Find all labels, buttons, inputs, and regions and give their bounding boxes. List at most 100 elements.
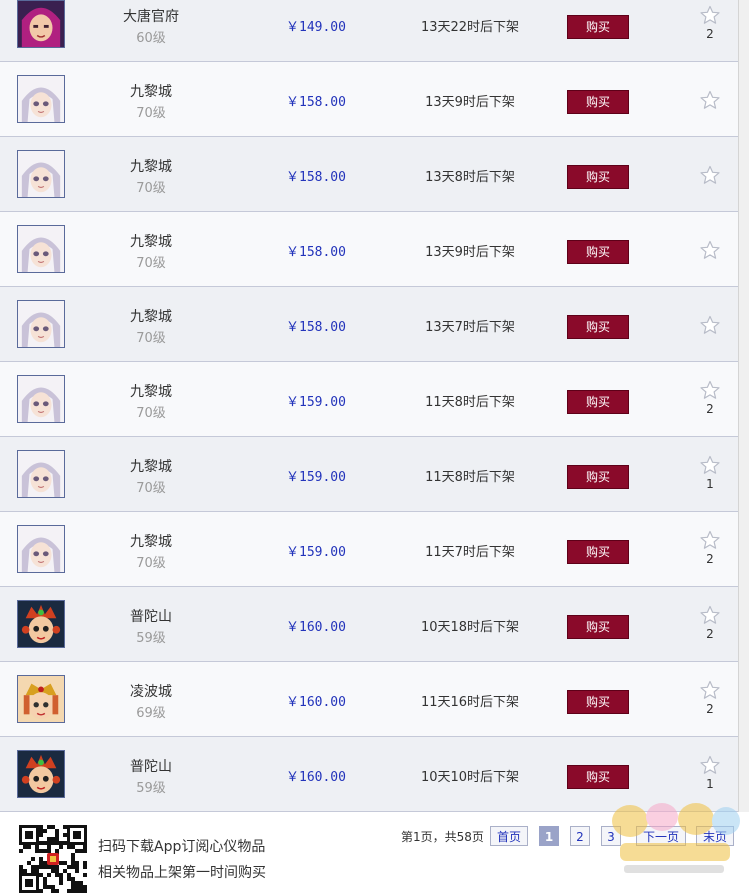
- favorite-count: 2: [706, 702, 714, 716]
- buy-button[interactable]: 购买: [567, 540, 629, 564]
- favorite-star-icon[interactable]: [699, 530, 721, 550]
- price: ￥160.00: [286, 695, 346, 710]
- buy-button[interactable]: 购买: [567, 240, 629, 264]
- server-name: 九黎城: [130, 309, 172, 325]
- remaining-time: 10天10时后下架: [420, 770, 520, 785]
- remaining-time: 13天22时后下架: [420, 20, 520, 35]
- favorite-count: 1: [706, 477, 714, 491]
- page-2-link[interactable]: 2: [570, 826, 590, 846]
- server-name: 九黎城: [130, 84, 172, 100]
- favorite-star-icon[interactable]: [699, 165, 721, 185]
- price: ￥159.00: [286, 395, 346, 410]
- price: ￥158.00: [286, 95, 346, 110]
- remaining-time: 10天18时后下架: [420, 620, 520, 635]
- price: ￥159.00: [286, 545, 346, 560]
- character-avatar[interactable]: [17, 600, 65, 648]
- page-info: 第1页，共58页: [401, 830, 484, 844]
- character-level: 70级: [136, 331, 166, 346]
- price: ￥149.00: [286, 20, 346, 35]
- server-name: 九黎城: [130, 459, 172, 475]
- buy-button[interactable]: 购买: [567, 690, 629, 714]
- favorite-star-icon[interactable]: [699, 380, 721, 400]
- character-level: 70级: [136, 481, 166, 496]
- character-avatar[interactable]: [17, 375, 65, 423]
- character-avatar[interactable]: [17, 150, 65, 198]
- character-level: 60级: [136, 31, 166, 46]
- favorite-star-icon[interactable]: [699, 755, 721, 775]
- remaining-time: 13天9时后下架: [425, 245, 515, 260]
- favorite-star-icon[interactable]: [699, 680, 721, 700]
- character-avatar[interactable]: [17, 525, 65, 573]
- favorite-star-icon[interactable]: [699, 5, 721, 25]
- vertical-scrollbar[interactable]: [738, 0, 749, 812]
- price: ￥160.00: [286, 620, 346, 635]
- remaining-time: 11天8时后下架: [425, 395, 515, 410]
- character-level: 70级: [136, 556, 166, 571]
- character-level: 59级: [136, 781, 166, 796]
- remaining-time: 11天16时后下架: [420, 695, 520, 710]
- favorite-star-icon[interactable]: [699, 315, 721, 335]
- buy-button[interactable]: 购买: [567, 15, 629, 39]
- character-avatar[interactable]: [17, 75, 65, 123]
- remaining-time: 13天8时后下架: [425, 170, 515, 185]
- server-name: 普陀山: [130, 759, 172, 775]
- character-level: 70级: [136, 181, 166, 196]
- price: ￥160.00: [286, 770, 346, 785]
- listing-row: 九黎城 70级 ￥159.00 11天7时后下架 购买 2: [0, 512, 738, 587]
- favorite-count: 2: [706, 27, 714, 41]
- character-avatar[interactable]: [17, 675, 65, 723]
- buy-button[interactable]: 购买: [567, 465, 629, 489]
- character-avatar[interactable]: [17, 225, 65, 273]
- server-name: 九黎城: [130, 534, 172, 550]
- favorite-star-icon[interactable]: [699, 605, 721, 625]
- price: ￥158.00: [286, 170, 346, 185]
- first-page-link[interactable]: 首页: [490, 826, 528, 846]
- buy-button[interactable]: 购买: [567, 615, 629, 639]
- remaining-time: 11天8时后下架: [425, 470, 515, 485]
- favorite-star-icon[interactable]: [699, 455, 721, 475]
- favorite-count: 2: [706, 552, 714, 566]
- character-avatar[interactable]: [17, 300, 65, 348]
- character-level: 70级: [136, 256, 166, 271]
- buy-button[interactable]: 购买: [567, 315, 629, 339]
- favorite-star-icon[interactable]: [699, 240, 721, 260]
- character-avatar[interactable]: [17, 750, 65, 798]
- buy-button[interactable]: 购买: [567, 165, 629, 189]
- remaining-time: 11天7时后下架: [425, 545, 515, 560]
- listing-row: 九黎城 70级 ￥159.00 11天8时后下架 购买 2: [0, 362, 738, 437]
- remaining-time: 13天7时后下架: [425, 320, 515, 335]
- character-level: 59级: [136, 631, 166, 646]
- price: ￥159.00: [286, 470, 346, 485]
- watermark-logo: [612, 803, 740, 873]
- character-level: 70级: [136, 406, 166, 421]
- favorite-count: 2: [706, 402, 714, 416]
- listing-row: 大唐官府 60级 ￥149.00 13天22时后下架 购买 2: [0, 0, 738, 62]
- favorite-count: 2: [706, 627, 714, 641]
- character-level: 69级: [136, 706, 166, 721]
- promo-text-line2: 相关物品上架第一时间购买: [98, 865, 266, 881]
- listing-row: 九黎城 70级 ￥158.00 13天9时后下架 购买: [0, 62, 738, 137]
- server-name: 九黎城: [130, 159, 172, 175]
- page-1-link[interactable]: 1: [539, 826, 559, 846]
- server-name: 普陀山: [130, 609, 172, 625]
- server-name: 凌波城: [130, 684, 172, 700]
- server-name: 九黎城: [130, 384, 172, 400]
- favorite-star-icon[interactable]: [699, 90, 721, 110]
- price: ￥158.00: [286, 245, 346, 260]
- listing-row: 凌波城 69级 ￥160.00 11天16时后下架 购买 2: [0, 662, 738, 737]
- character-avatar[interactable]: [17, 450, 65, 498]
- buy-button[interactable]: 购买: [567, 90, 629, 114]
- server-name: 大唐官府: [123, 9, 179, 25]
- promo-text-line1: 扫码下载App订阅心仪物品: [98, 839, 266, 855]
- remaining-time: 13天9时后下架: [425, 95, 515, 110]
- listing-row: 九黎城 70级 ￥158.00 13天8时后下架 购买: [0, 137, 738, 212]
- price: ￥158.00: [286, 320, 346, 335]
- listing-row: 九黎城 70级 ￥159.00 11天8时后下架 购买 1: [0, 437, 738, 512]
- listing-row: 九黎城 70级 ￥158.00 13天9时后下架 购买: [0, 212, 738, 287]
- listing-row: 普陀山 59级 ￥160.00 10天18时后下架 购买 2: [0, 587, 738, 662]
- buy-button[interactable]: 购买: [567, 390, 629, 414]
- character-level: 70级: [136, 106, 166, 121]
- server-name: 九黎城: [130, 234, 172, 250]
- character-avatar[interactable]: [17, 0, 65, 48]
- listing-row: 九黎城 70级 ￥158.00 13天7时后下架 购买: [0, 287, 738, 362]
